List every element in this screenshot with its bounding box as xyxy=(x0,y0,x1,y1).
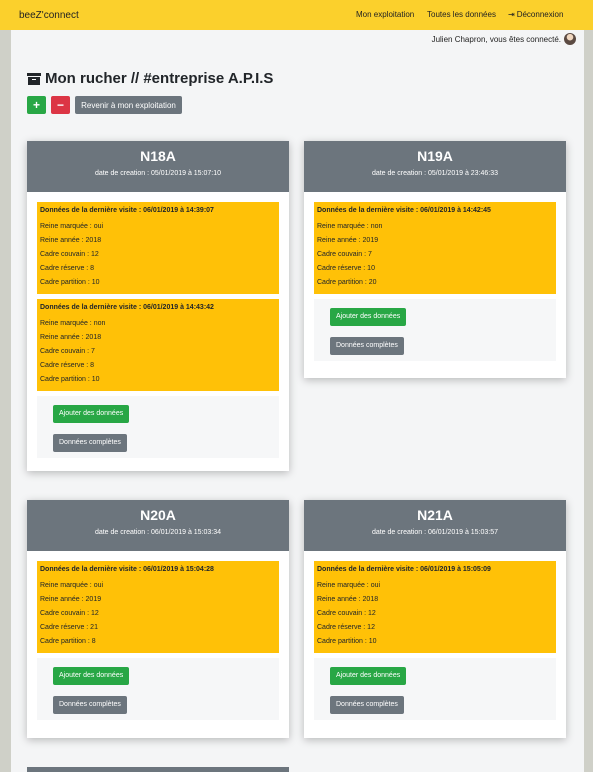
hive-name: N21A xyxy=(417,507,453,523)
visit-row: Reine année : 2018 xyxy=(40,334,102,341)
add-data-button[interactable]: Ajouter des données xyxy=(53,405,130,423)
visit-row: Cadre réserve : 12 xyxy=(317,624,375,631)
hive-card-header: N18A date de creation : 05/01/2019 à 15:… xyxy=(27,141,289,192)
full-data-button[interactable]: Données complètes xyxy=(53,696,127,714)
hive-card: N19A date de creation : 05/01/2019 à 23:… xyxy=(304,141,566,378)
visit-row: Cadre partition : 20 xyxy=(317,279,377,286)
add-data-button[interactable]: Ajouter des données xyxy=(330,667,407,685)
remove-hive-button[interactable]: − xyxy=(51,96,70,114)
hive-name: N19A xyxy=(417,148,453,164)
full-data-button[interactable]: Données complètes xyxy=(53,434,127,452)
nav-my-exploitation[interactable]: Mon exploitation xyxy=(356,10,414,19)
visit-row: Reine marquée : non xyxy=(40,320,106,327)
visit-title: Données de la dernière visite : 06/01/20… xyxy=(40,304,214,311)
visit-row: Cadre partition : 8 xyxy=(40,638,96,645)
hive-card-body: Données de la dernière visite : 06/01/20… xyxy=(304,192,566,371)
hive-card-body: Données de la dernière visite : 06/01/20… xyxy=(27,192,289,468)
visit-row: Cadre réserve : 21 xyxy=(40,624,98,631)
visit-row: Reine année : 2019 xyxy=(40,596,102,603)
visit-panel: Données de la dernière visite : 06/01/20… xyxy=(37,202,279,294)
hive-creation-date: date de creation : 06/01/2019 à 15:03:57 xyxy=(371,529,499,536)
visit-row: Cadre couvain : 12 xyxy=(317,610,376,617)
hive-card: N21A date de creation : 06/01/2019 à 15:… xyxy=(304,500,566,738)
avatar[interactable] xyxy=(564,33,576,45)
user-greeting: Julien Chapron, vous êtes connecté. xyxy=(431,34,561,44)
visit-row: Reine année : 2018 xyxy=(40,237,102,244)
visit-row: Cadre partition : 10 xyxy=(40,279,100,286)
visit-row: Cadre partition : 10 xyxy=(40,376,100,383)
hive-card-header: N21A date de creation : 06/01/2019 à 15:… xyxy=(304,500,566,551)
visit-row: Cadre partition : 10 xyxy=(317,638,377,645)
sign-out-icon: ⇥ xyxy=(508,10,515,19)
hive-card-partial xyxy=(27,767,289,772)
hive-card-header: N20A date de creation : 06/01/2019 à 15:… xyxy=(27,500,289,551)
add-hive-button[interactable]: + xyxy=(27,96,46,114)
page-title-text: Mon rucher // #entreprise A.P.I.S xyxy=(45,70,274,87)
page-container: Julien Chapron, vous êtes connecté. Mon … xyxy=(11,0,584,772)
archive-icon xyxy=(27,72,41,85)
hive-creation-date: date de creation : 05/01/2019 à 23:46:33 xyxy=(371,170,499,177)
visit-row: Reine marquée : oui xyxy=(40,223,104,230)
hive-card: N18A date de creation : 05/01/2019 à 15:… xyxy=(27,141,289,471)
full-data-button[interactable]: Données complètes xyxy=(330,696,404,714)
visit-panel: Données de la dernière visite : 06/01/20… xyxy=(37,299,279,391)
visit-title: Données de la dernière visite : 06/01/20… xyxy=(317,207,491,214)
visit-row: Cadre réserve : 8 xyxy=(40,265,95,272)
page-title: Mon rucher // #entreprise A.P.I.S xyxy=(27,70,273,87)
brand-link[interactable]: beeZ'connect xyxy=(19,10,79,21)
visit-row: Cadre réserve : 10 xyxy=(317,265,375,272)
user-status: Julien Chapron, vous êtes connecté. xyxy=(432,33,576,45)
visit-row: Reine marquée : oui xyxy=(317,582,381,589)
hive-actions: Ajouter des données Données complètes xyxy=(314,299,556,361)
top-navbar: beeZ'connect Mon exploitation Toutes les… xyxy=(0,0,593,30)
hive-card-header: N19A date de creation : 05/01/2019 à 23:… xyxy=(304,141,566,192)
add-data-button[interactable]: Ajouter des données xyxy=(330,308,407,326)
full-data-button[interactable]: Données complètes xyxy=(330,337,404,355)
hive-creation-date: date de creation : 06/01/2019 à 15:03:34 xyxy=(94,529,222,536)
visit-panel: Données de la dernière visite : 06/01/20… xyxy=(37,561,279,653)
visit-title: Données de la dernière visite : 06/01/20… xyxy=(40,207,214,214)
back-to-exploitation-button[interactable]: Revenir à mon exploitation xyxy=(75,96,182,114)
visit-title: Données de la dernière visite : 06/01/20… xyxy=(317,566,491,573)
hive-actions: Ajouter des données Données complètes xyxy=(37,658,279,720)
hive-creation-date: date de creation : 05/01/2019 à 15:07:10 xyxy=(94,170,222,177)
visit-row: Cadre couvain : 12 xyxy=(40,610,99,617)
visit-panel: Données de la dernière visite : 06/01/20… xyxy=(314,561,556,653)
hive-card: N20A date de creation : 06/01/2019 à 15:… xyxy=(27,500,289,738)
nav-logout[interactable]: ⇥ Déconnexion xyxy=(508,10,563,19)
visit-row: Cadre couvain : 7 xyxy=(317,251,372,258)
nav-logout-label: Déconnexion xyxy=(516,10,564,19)
visit-panel: Données de la dernière visite : 06/01/20… xyxy=(314,202,556,294)
visit-row: Cadre couvain : 7 xyxy=(40,348,95,355)
visit-row: Cadre réserve : 8 xyxy=(40,362,95,369)
hive-name: N18A xyxy=(140,148,176,164)
visit-row: Cadre couvain : 12 xyxy=(40,251,99,258)
add-data-button[interactable]: Ajouter des données xyxy=(53,667,130,685)
hive-name: N20A xyxy=(140,507,176,523)
hive-card-body: Données de la dernière visite : 06/01/20… xyxy=(304,551,566,730)
visit-row: Reine année : 2018 xyxy=(317,596,379,603)
visit-row: Reine marquée : oui xyxy=(40,582,104,589)
visit-row: Reine année : 2019 xyxy=(317,237,379,244)
visit-title: Données de la dernière visite : 06/01/20… xyxy=(40,566,214,573)
visit-row: Reine marquée : non xyxy=(317,223,383,230)
nav-all-data[interactable]: Toutes les données xyxy=(427,10,496,19)
hive-actions: Ajouter des données Données complètes xyxy=(314,658,556,720)
hive-actions: Ajouter des données Données complètes xyxy=(37,396,279,458)
hive-card-body: Données de la dernière visite : 06/01/20… xyxy=(27,551,289,730)
